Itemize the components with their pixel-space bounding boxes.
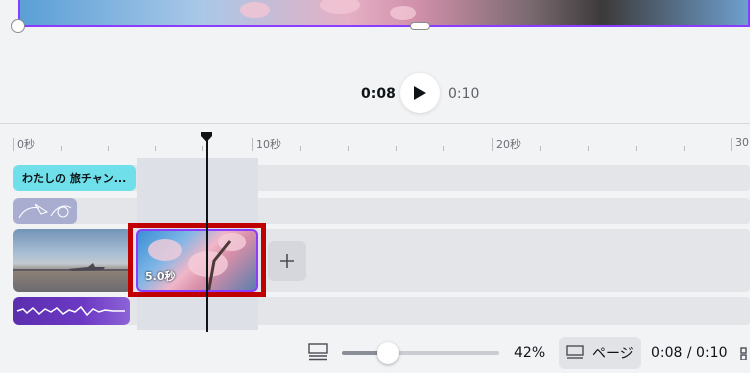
ruler-label-20: 20秒	[496, 138, 521, 151]
ruler-label-0: 0秒	[17, 138, 35, 151]
ruler-tick	[492, 138, 493, 151]
video-editor-timeline: 0:08 0:10 0秒 10秒 20秒 30 わたしの 旅チャン... 5.0…	[0, 0, 750, 373]
ruler-tick	[396, 146, 397, 151]
time-readout: 0:08 / 0:10	[651, 345, 728, 361]
ruler-tick	[202, 146, 203, 151]
plus-icon	[280, 254, 294, 268]
ruler-tick	[108, 146, 109, 151]
ruler-tick	[731, 138, 732, 151]
text-clip[interactable]: わたしの 旅チャン...	[13, 165, 136, 191]
ruler-tick	[252, 138, 253, 151]
ruler-tick	[588, 146, 589, 151]
graphic-track[interactable]	[13, 198, 750, 224]
waveform-icon	[16, 305, 125, 317]
ruler-tick	[13, 138, 14, 151]
play-icon	[414, 86, 426, 100]
play-button[interactable]	[400, 73, 440, 113]
current-time: 0:08	[361, 86, 396, 102]
page-view-label: ページ	[592, 346, 634, 362]
page-view-button[interactable]: ページ	[559, 337, 641, 369]
add-clip-button[interactable]	[268, 241, 306, 281]
grid-view-icon[interactable]	[740, 346, 750, 360]
ruler-divider	[0, 123, 750, 124]
playhead[interactable]	[206, 134, 208, 332]
ruler-tick	[636, 146, 637, 151]
airplane-doodle-icon	[18, 203, 72, 219]
ruler-tick	[155, 146, 156, 151]
resize-handle-corner[interactable]	[11, 19, 25, 33]
ruler-tick	[684, 146, 685, 151]
total-time: 0:10	[448, 86, 480, 102]
canvas-preview[interactable]	[18, 0, 750, 27]
airplane-silhouette-icon	[68, 263, 105, 271]
resize-handle-edge[interactable]	[410, 22, 430, 30]
ruler-label-10: 10秒	[256, 138, 281, 151]
ruler-tick	[540, 146, 541, 151]
ruler-label-30: 30	[735, 136, 749, 149]
ruler-tick	[348, 146, 349, 151]
page-view-icon	[566, 345, 584, 359]
ruler-tick	[61, 146, 62, 151]
graphic-clip[interactable]	[13, 198, 77, 224]
text-clip-label: わたしの 旅チャン...	[22, 172, 127, 185]
ruler-tick	[443, 146, 444, 151]
ruler-tick	[300, 146, 301, 151]
zoom-slider-knob[interactable]	[377, 342, 399, 364]
video-clip-airport[interactable]	[13, 229, 132, 292]
zoom-percent: 42%	[514, 345, 546, 361]
selection-highlight	[128, 223, 266, 297]
layout-icon[interactable]	[308, 343, 328, 361]
audio-clip[interactable]	[13, 297, 130, 325]
